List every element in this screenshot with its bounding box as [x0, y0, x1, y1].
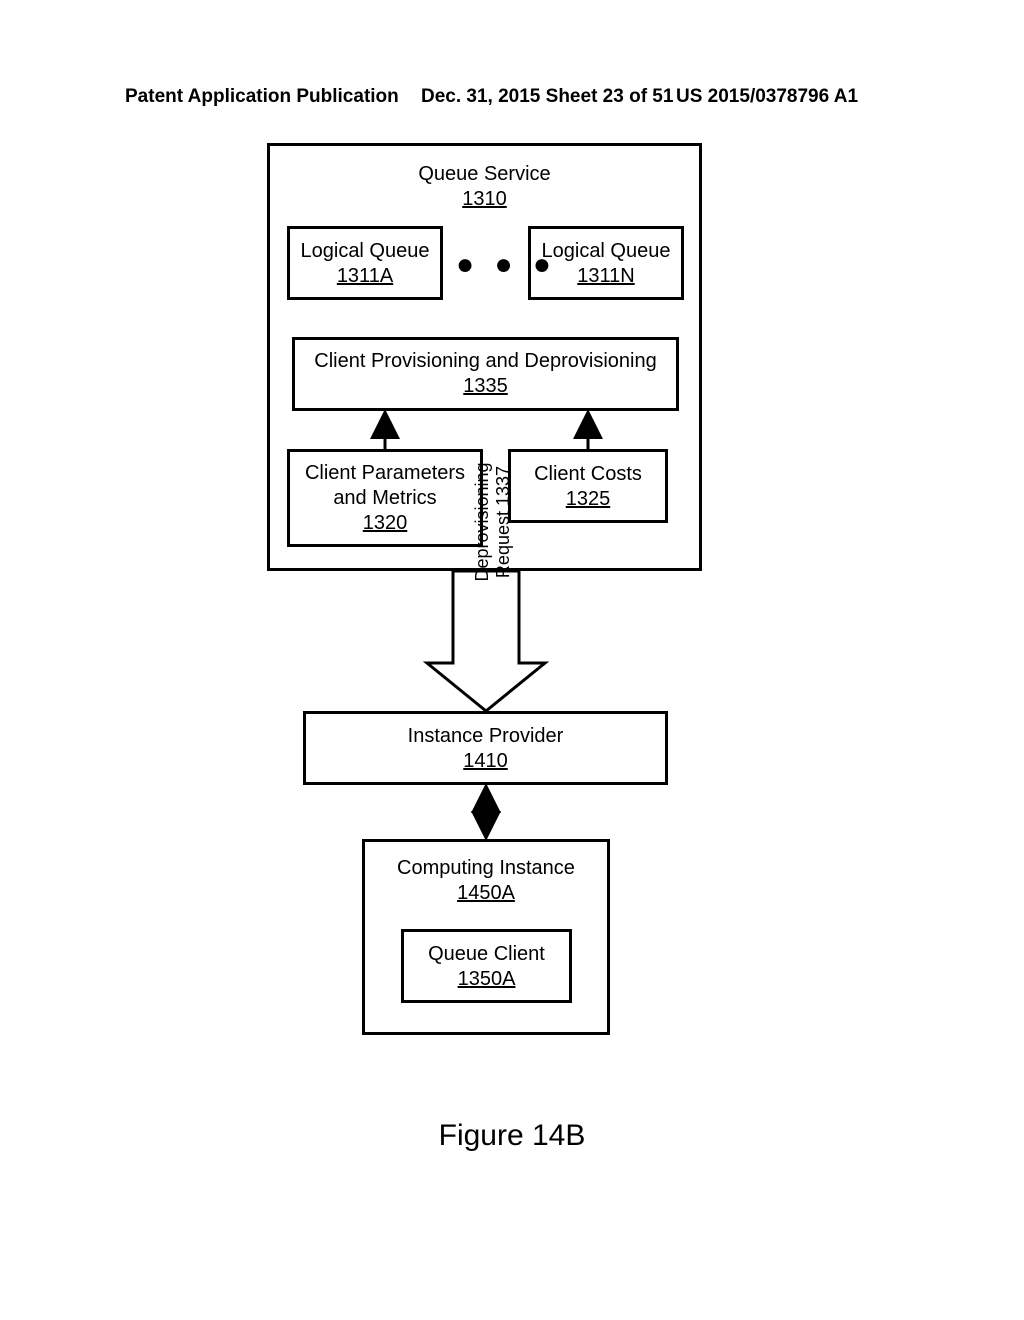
deprov-request-ref: 1337 — [493, 466, 513, 506]
deprov-request-sub: Request — [493, 511, 513, 578]
figure-caption: Figure 14B — [0, 1119, 1024, 1153]
computing-instance-title: Computing Instance — [397, 857, 575, 879]
queue-client-ref: 1350A — [458, 968, 516, 990]
instance-provider-title: Instance Provider — [408, 725, 564, 747]
computing-instance-label: Computing Instance 1450A — [365, 856, 607, 906]
instance-provider-box: Instance Provider 1410 — [303, 711, 668, 785]
page: Patent Application Publication Dec. 31, … — [0, 0, 1024, 1320]
instance-provider-ref: 1410 — [463, 750, 508, 772]
instance-provider-label: Instance Provider 1410 — [306, 724, 665, 774]
queue-client-label: Queue Client 1350A — [404, 942, 569, 992]
deprov-request-label: Deprovisioning Request 1337 — [472, 462, 513, 582]
deprov-request-title: Deprovisioning — [472, 462, 492, 581]
queue-client-box: Queue Client 1350A — [401, 929, 572, 1003]
queue-client-title: Queue Client — [428, 943, 545, 965]
computing-instance-ref: 1450A — [457, 882, 515, 904]
